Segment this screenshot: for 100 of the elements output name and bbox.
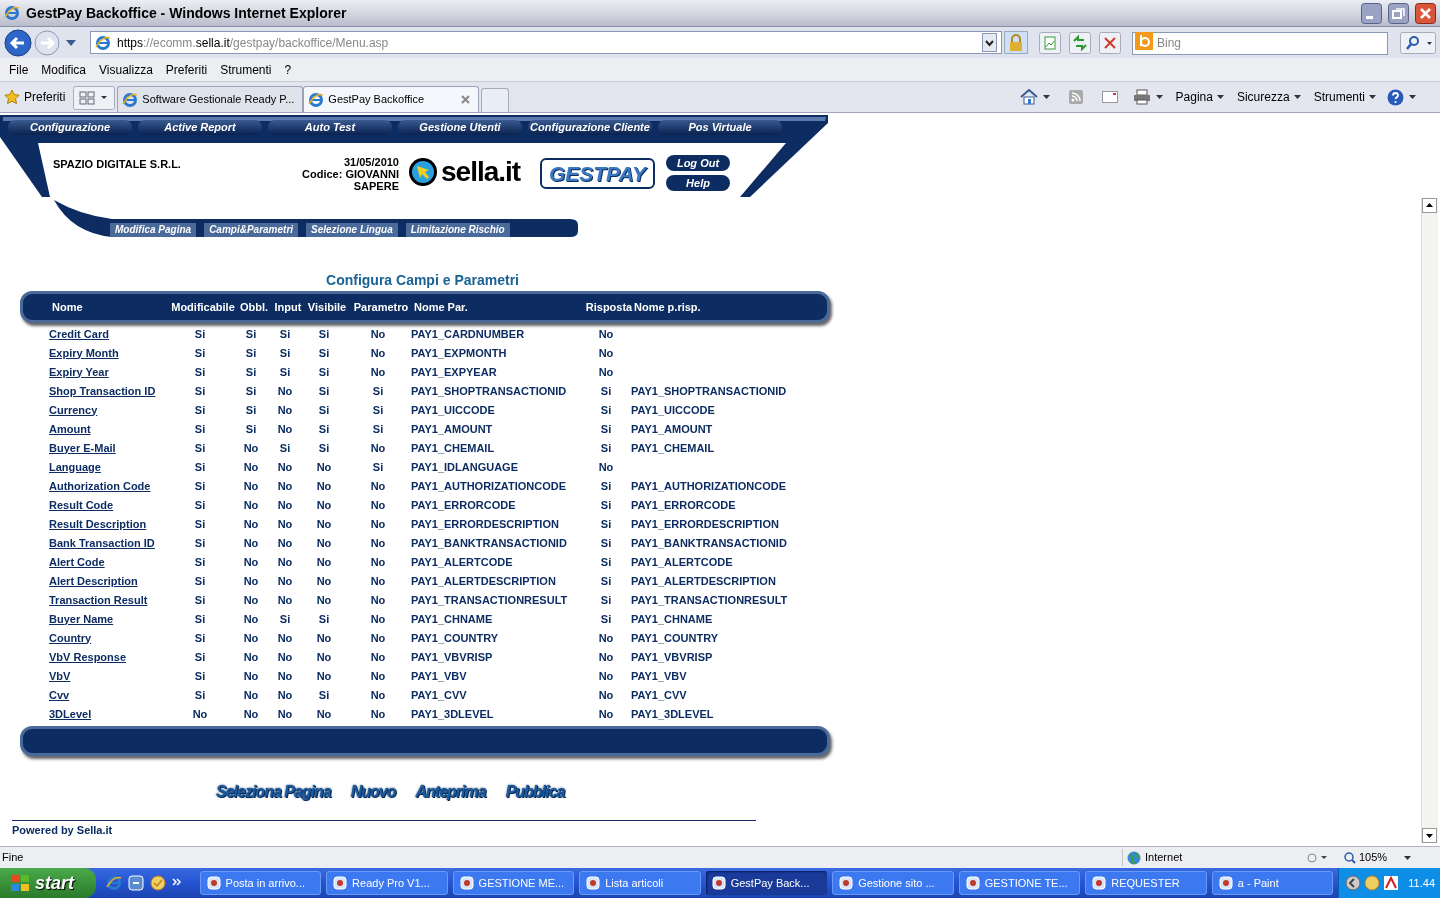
table-cell: No (277, 460, 293, 473)
command-button[interactable]: Strumenti (1313, 88, 1376, 106)
field-link[interactable]: Alert Code (49, 555, 105, 568)
table-cell: PAY1_AMOUNT (411, 422, 493, 435)
start-button[interactable]: start (0, 868, 96, 898)
help-icon[interactable] (1387, 88, 1404, 106)
table-cell: PAY1_CARDNUMBER (411, 327, 525, 340)
nav-button[interactable]: Configurazione Cliente (528, 120, 652, 135)
address-field[interactable]: https://ecomm.sella.it/gestpay/backoffice/Menu.asp (90, 31, 1002, 54)
table-cell: Si (194, 593, 206, 606)
field-link[interactable]: Cvv (49, 688, 70, 701)
field-link[interactable]: Amount (49, 422, 91, 435)
nav-button[interactable]: Configurazione (8, 120, 132, 135)
page-title: Configura Campi e Parametri (325, 271, 520, 290)
table-cell: No (370, 631, 386, 644)
column-header: Nome (52, 299, 84, 315)
quick-tabs-button[interactable] (73, 86, 116, 110)
browser-icon[interactable] (105, 875, 122, 891)
menu-item[interactable]: ? (279, 60, 297, 79)
taskbar-button[interactable]: GESTIONE TE... (958, 871, 1081, 895)
table-cell: Si (194, 441, 206, 454)
subnav-button[interactable]: Selezione Lingua (306, 223, 398, 237)
field-link[interactable]: Credit Card (49, 327, 109, 340)
field-link[interactable]: 3DLevel (49, 707, 92, 720)
taskbar-button[interactable]: Lista articoli (579, 871, 701, 895)
nav-button[interactable]: Active Report (138, 120, 262, 135)
table-cell: Si (600, 441, 612, 454)
browser-icon (4, 5, 20, 21)
zoom-button[interactable]: 105% (1344, 849, 1412, 866)
command-button[interactable]: Sicurezza (1236, 88, 1301, 106)
menu-item[interactable]: Visualizza (94, 60, 158, 79)
taskbar-button[interactable]: REQUESTER (1085, 871, 1207, 895)
table-cell: Si (600, 574, 612, 587)
bing-icon (1135, 32, 1153, 51)
action-link[interactable]: Pubblica (505, 780, 565, 804)
field-link[interactable]: Result Code (49, 498, 114, 511)
table-cell: PAY1_EXPMONTH (411, 346, 507, 359)
close-tab-icon[interactable] (461, 95, 471, 104)
browser-tab[interactable]: GestPay Backoffice (303, 86, 480, 112)
window-icon[interactable] (127, 875, 144, 891)
nav-button[interactable]: Gestione Utenti (398, 120, 522, 135)
menu-item[interactable]: File (4, 60, 34, 79)
close-button[interactable] (1415, 2, 1436, 24)
field-link[interactable]: Buyer Name (49, 612, 114, 625)
taskbar-button[interactable]: GESTIONE ME... (452, 871, 575, 895)
browser-tab[interactable]: Software Gestionale Ready P... (117, 86, 304, 112)
header-button[interactable]: Help (666, 175, 730, 191)
table-cell: No (277, 669, 293, 682)
action-link[interactable]: Seleziona Pagina (216, 780, 331, 804)
taskbar-button[interactable]: a - Paint (1211, 871, 1334, 895)
taskbar-button[interactable]: Ready Pro V1... (326, 871, 448, 895)
home-icon[interactable] (1019, 89, 1038, 105)
table-cell: No (277, 498, 293, 511)
subnav-button[interactable]: Campi&Parametri (204, 223, 299, 237)
command-button[interactable]: Pagina (1175, 88, 1224, 106)
table-cell: Si (318, 327, 330, 340)
field-link[interactable]: Shop Transaction ID (49, 384, 156, 397)
mail-icon[interactable] (1101, 91, 1118, 103)
field-link[interactable]: Language (49, 460, 101, 473)
table-cell: PAY1_IDLANGUAGE (411, 460, 518, 473)
restore-button[interactable] (1388, 2, 1409, 24)
table-cell: PAY1_BANKTRANSACTIONID (631, 536, 787, 549)
field-link[interactable]: Result Description (49, 517, 147, 530)
search-button[interactable] (1400, 31, 1436, 54)
dropdown-icon[interactable] (982, 33, 997, 52)
chevron-icon[interactable] (171, 878, 182, 888)
field-link[interactable]: VbV Response (49, 650, 127, 663)
stop-button[interactable] (1099, 31, 1121, 54)
field-link[interactable]: VbV (49, 669, 71, 682)
scrollbar[interactable] (1421, 198, 1438, 843)
header-button[interactable]: Log Out (666, 155, 730, 171)
menu-item[interactable]: Strumenti (215, 60, 277, 79)
menu-item[interactable]: Preferiti (160, 60, 213, 79)
taskbar-button[interactable]: Gestione sito ... (832, 871, 954, 895)
table-cell: Si (194, 555, 206, 568)
taskbar-button[interactable]: GestPay Back... (705, 871, 828, 895)
field-link[interactable]: Currency (49, 403, 98, 416)
nav-button[interactable]: Pos Virtuale (658, 120, 782, 135)
field-link[interactable]: Authorization Code (49, 479, 151, 492)
favorites-button[interactable]: Preferiti (24, 88, 66, 106)
field-link[interactable]: Country (49, 631, 92, 644)
subnav-button[interactable]: Limitazione Rischio (405, 223, 510, 237)
mail-icon[interactable] (149, 875, 166, 891)
print-icon[interactable] (1132, 89, 1151, 105)
menu-item[interactable]: Modifica (36, 60, 92, 79)
field-link[interactable]: Expiry Month (49, 346, 119, 359)
search-field[interactable]: Bing (1132, 31, 1388, 55)
field-link[interactable]: Alert Description (49, 574, 138, 587)
field-link[interactable]: Transaction Result (49, 593, 148, 606)
nav-button[interactable]: Auto Test (268, 120, 392, 135)
minimize-button[interactable] (1361, 2, 1382, 24)
action-link[interactable]: Nuovo (350, 780, 396, 804)
field-link[interactable]: Bank Transaction ID (49, 536, 155, 549)
refresh-button[interactable] (1069, 31, 1091, 54)
field-link[interactable]: Expiry Year (49, 365, 109, 378)
action-link[interactable]: Anteprima (415, 780, 486, 804)
back-button[interactable] (4, 28, 32, 57)
subnav-button[interactable]: Modifica Pagina (110, 223, 197, 237)
taskbar-button[interactable]: Posta in arrivo... (199, 871, 322, 895)
field-link[interactable]: Buyer E-Mail (49, 441, 116, 454)
